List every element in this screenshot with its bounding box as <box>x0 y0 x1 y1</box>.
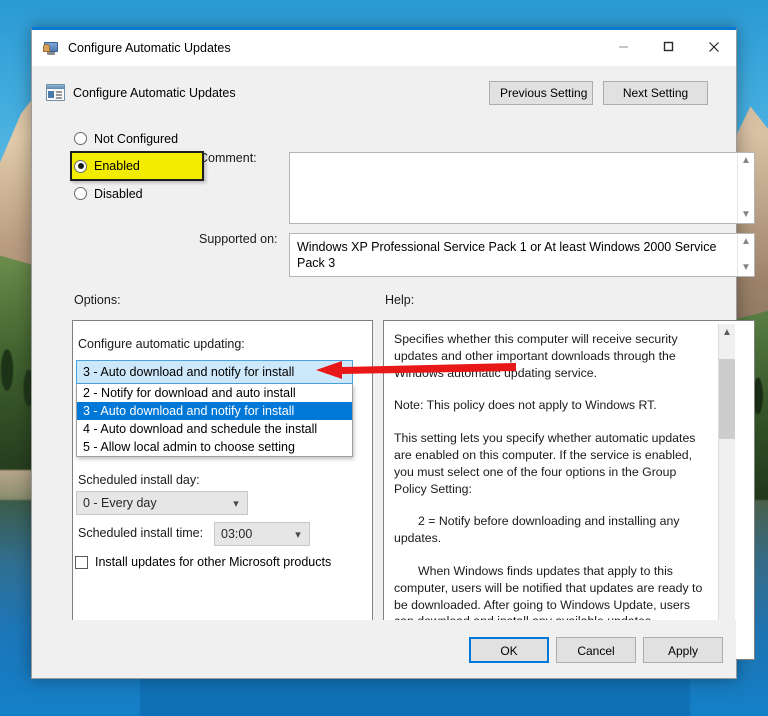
help-scroll-thumb[interactable] <box>719 359 736 439</box>
help-paragraph: Specifies whether this computer will rec… <box>394 331 709 381</box>
combo-option-5[interactable]: 5 - Allow local admin to choose setting <box>77 438 352 456</box>
comment-scrollbar[interactable]: ▲ ▼ <box>737 153 754 223</box>
dialog-footer: OK Cancel Apply <box>32 620 736 678</box>
scheduled-install-day-dropdown[interactable]: 0 - Every day ▾ <box>76 491 248 515</box>
comment-textbox[interactable]: ▲ ▼ <box>289 152 755 224</box>
install-other-products-checkbox-row[interactable]: Install updates for other Microsoft prod… <box>75 555 331 569</box>
footer-button-group: OK Cancel Apply <box>462 637 723 663</box>
help-paragraph: Note: This policy does not apply to Wind… <box>394 397 709 414</box>
radio-label-enabled: Enabled <box>94 159 140 173</box>
help-paragraph: 2 = Notify before downloading and instal… <box>394 513 709 547</box>
comment-label: Comment: <box>199 151 257 165</box>
supported-on-textbox[interactable]: Windows XP Professional Service Pack 1 o… <box>289 233 755 277</box>
configure-updating-option-list[interactable]: 2 - Notify for download and auto install… <box>76 384 353 457</box>
supported-on-value: Windows XP Professional Service Pack 1 o… <box>290 234 737 276</box>
combo-option-2[interactable]: 2 - Notify for download and auto install <box>77 384 352 402</box>
combo-option-4[interactable]: 4 - Auto download and schedule the insta… <box>77 420 352 438</box>
dialog-header: Configure Automatic Updates Previous Set… <box>32 66 736 110</box>
title-bar[interactable]: Configure Automatic Updates <box>32 30 736 66</box>
radio-disabled[interactable]: Disabled <box>72 181 212 206</box>
radio-not-configured[interactable]: Not Configured <box>72 126 212 151</box>
help-scroll-track[interactable] <box>719 341 736 639</box>
scroll-down-icon[interactable]: ▼ <box>741 263 751 273</box>
radio-indicator-not-configured <box>74 132 87 145</box>
scroll-up-icon[interactable]: ▲ <box>741 237 751 247</box>
comment-value[interactable] <box>290 153 737 223</box>
radio-enabled[interactable]: Enabled <box>70 151 204 181</box>
maximize-button[interactable] <box>646 30 691 63</box>
ok-button[interactable]: OK <box>469 637 549 663</box>
scheduled-install-time-value: 03:00 <box>215 527 287 541</box>
help-scrollbar[interactable]: ▲ ▼ <box>718 324 735 656</box>
chevron-down-icon: ▾ <box>225 497 247 510</box>
radio-label-disabled: Disabled <box>94 187 143 201</box>
page-title: Configure Automatic Updates <box>73 86 236 100</box>
radio-label-not-configured: Not Configured <box>94 132 178 146</box>
install-other-products-checkbox[interactable] <box>75 556 88 569</box>
scheduled-install-day-value: 0 - Every day <box>77 496 225 510</box>
group-policy-icon <box>46 84 65 101</box>
scroll-up-icon[interactable]: ▲ <box>719 324 736 341</box>
scheduled-install-day-label: Scheduled install day: <box>78 473 200 487</box>
scroll-down-icon[interactable]: ▼ <box>741 210 751 220</box>
configure-updating-value: 3 - Auto download and notify for install <box>77 365 330 379</box>
window-controls <box>601 30 736 66</box>
apply-button[interactable]: Apply <box>643 637 723 663</box>
state-radio-group: Not Configured Enabled Disabled <box>72 126 212 206</box>
cancel-button[interactable]: Cancel <box>556 637 636 663</box>
combo-option-3[interactable]: 3 - Auto download and notify for install <box>77 402 352 420</box>
supported-on-label: Supported on: <box>199 232 278 246</box>
configure-automatic-updates-dialog: Configure Automatic Updates Configure Au… <box>31 27 737 679</box>
help-text-area: Specifies whether this computer will rec… <box>387 324 735 656</box>
install-other-products-label: Install updates for other Microsoft prod… <box>95 555 331 569</box>
configure-automatic-updating-dropdown[interactable]: 3 - Auto download and notify for install… <box>76 360 353 384</box>
chevron-down-icon: ▾ <box>330 366 352 379</box>
help-paragraphs: Specifies whether this computer will rec… <box>387 324 718 656</box>
close-button[interactable] <box>691 30 736 63</box>
window-title: Configure Automatic Updates <box>68 41 601 55</box>
policy-setting-icon <box>43 41 60 56</box>
supported-on-scrollbar[interactable]: ▲ ▼ <box>737 234 754 276</box>
minimize-button[interactable] <box>601 30 646 63</box>
scheduled-install-time-label: Scheduled install time: <box>78 526 203 540</box>
previous-setting-button[interactable]: Previous Setting <box>489 81 593 105</box>
options-section-label: Options: <box>74 293 121 307</box>
help-section-label: Help: <box>385 293 414 307</box>
radio-indicator-disabled <box>74 187 87 200</box>
next-setting-button[interactable]: Next Setting <box>603 81 708 105</box>
scroll-up-icon[interactable]: ▲ <box>741 156 751 166</box>
scheduled-install-time-dropdown[interactable]: 03:00 ▾ <box>214 522 310 546</box>
help-paragraph: This setting lets you specify whether au… <box>394 430 709 497</box>
configure-updating-label: Configure automatic updating: <box>78 337 245 351</box>
radio-indicator-enabled <box>74 160 87 173</box>
chevron-down-icon: ▾ <box>287 528 309 541</box>
